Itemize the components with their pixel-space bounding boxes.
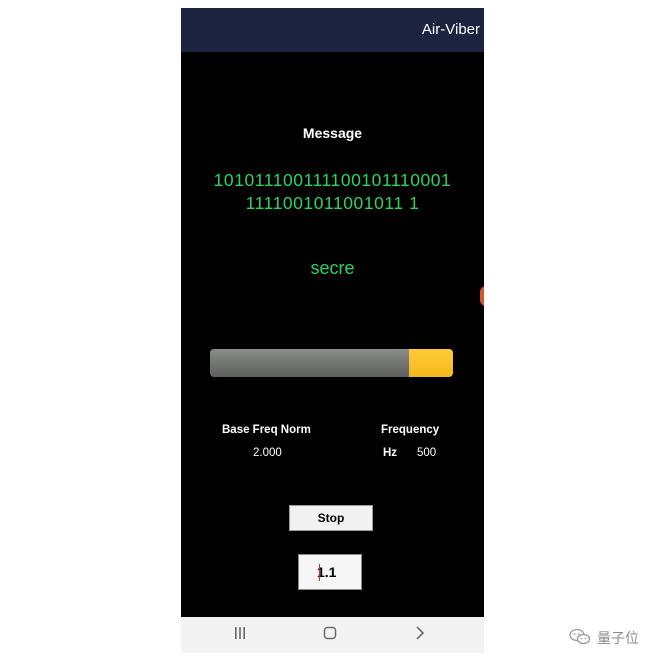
watermark: 量子位 — [569, 627, 639, 649]
back-chevron-icon[interactable] — [415, 626, 425, 645]
progress-fill — [409, 349, 453, 377]
frequency-unit: Hz — [383, 447, 398, 459]
system-nav-bar — [181, 617, 484, 653]
base-freq-norm-label: Base Freq Norm — [222, 424, 311, 436]
binary-message: 1010111001111001011100011111001011001011… — [213, 170, 452, 213]
phone-screen: Air-Viber Message 1010111001111001011100… — [181, 8, 484, 653]
frequency-value: 500 — [417, 447, 437, 459]
frequency-label: Frequency — [381, 424, 440, 436]
stop-button[interactable]: Stop — [289, 505, 373, 531]
progress-bar — [210, 349, 453, 377]
watermark-text: 量子位 — [597, 630, 639, 646]
value-input[interactable]: 1.1 — [298, 554, 362, 590]
home-icon[interactable] — [323, 626, 337, 645]
app-title: Air-Viber — [421, 21, 480, 38]
text-caret — [319, 564, 320, 581]
decoded-message: secre — [310, 258, 355, 278]
message-label: Message — [302, 125, 363, 141]
recents-icon[interactable] — [233, 626, 247, 645]
app-header: Air-Viber — [181, 8, 484, 52]
wechat-icon — [569, 628, 591, 649]
base-freq-norm-value: 2.000 — [253, 447, 282, 459]
edge-handle[interactable] — [480, 286, 484, 306]
